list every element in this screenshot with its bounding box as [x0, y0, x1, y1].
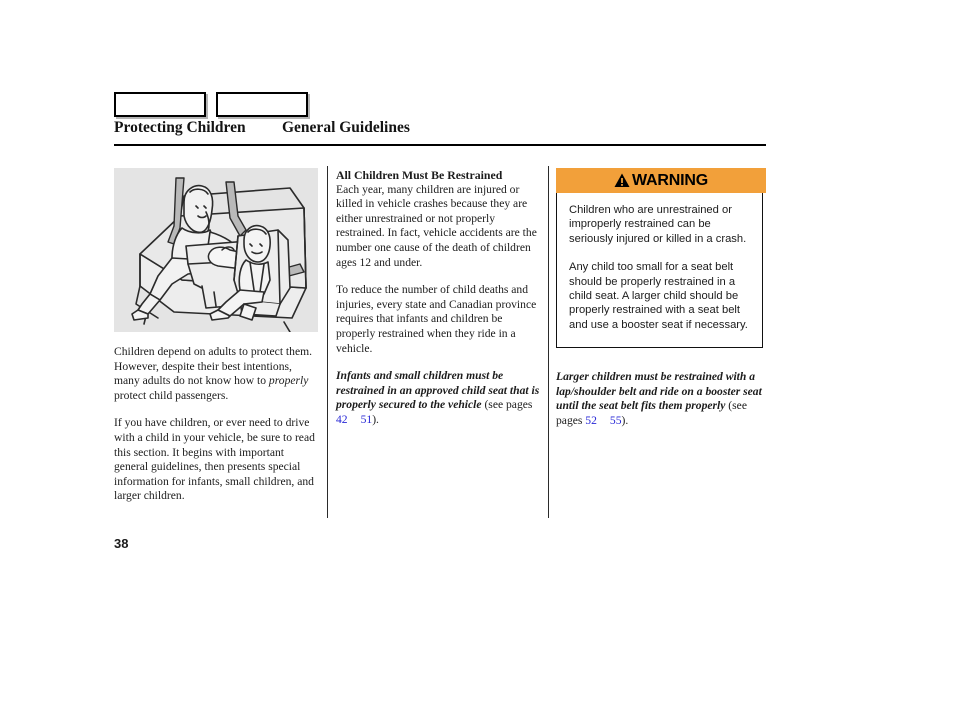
warning-triangle-icon	[614, 173, 630, 187]
column-divider-1	[327, 166, 328, 518]
section-tab-2[interactable]	[216, 92, 308, 117]
paragraph: To reduce the number of child deaths and…	[336, 283, 537, 355]
paragraph: If you have children, or ever need to dr…	[114, 416, 315, 503]
child-seat-illustration-svg	[114, 168, 318, 332]
see-pages-suffix: ).	[372, 412, 379, 426]
page-title-row: Protecting Children General Guidelines	[114, 119, 766, 143]
page-link-55[interactable]: 55	[610, 414, 622, 427]
section-tab-1[interactable]	[114, 92, 206, 117]
see-pages-prefix: (see pages	[481, 398, 533, 412]
paragraph-emphasis: Larger children must be restrained with …	[556, 370, 764, 428]
see-pages-suffix: ).	[621, 413, 629, 427]
page-link-51[interactable]: 51	[361, 413, 373, 426]
warning-paragraph: Any child too small for a seat belt shou…	[569, 261, 748, 331]
page-number: 38	[114, 536, 129, 551]
title-rule	[114, 144, 766, 146]
emphasis-properly: properly	[268, 374, 309, 388]
page-subtitle: General Guidelines	[282, 119, 410, 136]
page-title: Protecting Children	[114, 119, 246, 136]
page-link-42[interactable]: 42	[336, 413, 348, 426]
warning-paragraph: Children who are unrestrained or imprope…	[569, 204, 747, 245]
warning-body: Children who are unrestrained or imprope…	[556, 193, 763, 348]
column-divider-2	[548, 166, 549, 518]
child-seat-illustration	[114, 168, 318, 332]
column-3: WARNING Children who are unrestrained or…	[556, 168, 766, 428]
column-3-note: Larger children must be restrained with …	[556, 370, 764, 428]
page-link-52[interactable]: 52	[585, 414, 597, 427]
paragraph: Each year, many children are injured or …	[336, 182, 537, 269]
column-1-text: Children depend on adults to protect the…	[114, 345, 318, 504]
manual-page: Protecting Children General Guidelines C…	[0, 0, 954, 710]
paragraph-emphasis: Infants and small children must be restr…	[336, 369, 542, 427]
column-1: Children depend on adults to protect the…	[114, 168, 318, 517]
warning-label: WARNING	[632, 171, 708, 189]
column-2-heading: All Children Must Be Restrained	[336, 168, 503, 182]
column-2: All Children Must Be Restrained Each yea…	[336, 168, 542, 428]
paragraph: Children depend on adults to protect the…	[114, 345, 313, 402]
warning-header: WARNING	[556, 168, 766, 193]
